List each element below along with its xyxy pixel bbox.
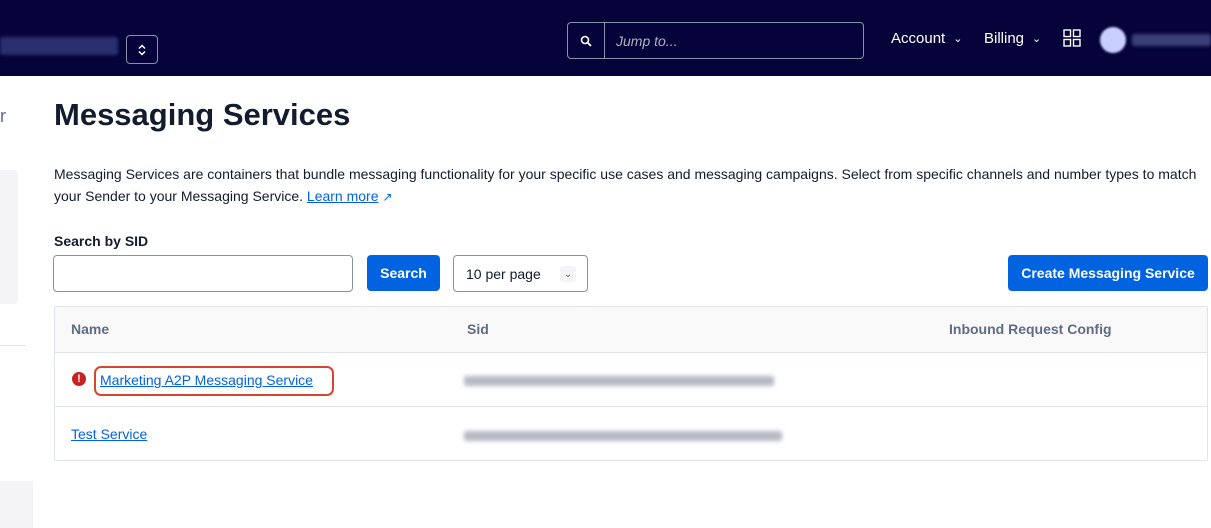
per-page-select[interactable]: 10 per page ⌄ [453,255,588,292]
sidebar-card [0,170,18,304]
column-header-inbound-config: Inbound Request Config [949,321,1112,337]
billing-menu-label: Billing [984,30,1025,47]
app-grid-icon[interactable] [1063,29,1081,47]
table-row: Test Service [55,407,1207,460]
account-menu[interactable]: Account ⌄ [891,30,962,47]
page-title: Messaging Services [54,97,351,132]
table-header: Name Sid Inbound Request Config [55,307,1207,353]
sid-redacted [464,376,774,386]
per-page-value: 10 per page [466,265,541,282]
error-icon: ! [72,372,86,386]
sidebar-partial-text: r [0,106,6,126]
jump-to-input[interactable] [605,23,863,58]
learn-more-link[interactable]: Learn more [307,188,379,204]
top-nav-bar: Account ⌄ Billing ⌄ [0,0,1211,76]
user-name-redacted[interactable] [1132,34,1211,46]
jump-to-search[interactable] [567,22,864,59]
chevron-down-icon: ⌄ [1032,33,1042,45]
page-description: Messaging Services are containers that b… [54,163,1204,208]
search-sid-input[interactable] [53,255,353,292]
search-button[interactable]: Search [367,255,440,291]
search-by-sid-label: Search by SID [54,233,149,249]
description-text: Messaging Services are containers that b… [54,166,1197,204]
column-header-sid: Sid [467,321,489,337]
chevron-down-icon: ⌄ [560,266,576,282]
billing-menu[interactable]: Billing ⌄ [984,30,1041,47]
sidebar-divider [0,345,26,346]
table-row: ! Marketing A2P Messaging Service [55,353,1207,407]
search-icon [568,23,605,58]
chevron-down-icon: ⌄ [953,33,963,45]
messaging-services-table: Name Sid Inbound Request Config ! Market… [54,306,1208,461]
highlight-outline [94,366,334,396]
user-avatar[interactable] [1100,27,1126,53]
sidebar-bottom-item[interactable] [0,481,33,528]
chevron-up-down-icon [138,43,146,56]
account-name-redacted [0,37,118,55]
create-messaging-service-button[interactable]: Create Messaging Service [1008,255,1208,291]
service-name-link[interactable]: Test Service [71,426,147,442]
sid-redacted [464,431,782,441]
column-header-name: Name [71,321,110,337]
account-switcher-button[interactable] [126,35,158,64]
external-link-icon: ↗ [382,190,393,204]
account-menu-label: Account [891,30,946,47]
